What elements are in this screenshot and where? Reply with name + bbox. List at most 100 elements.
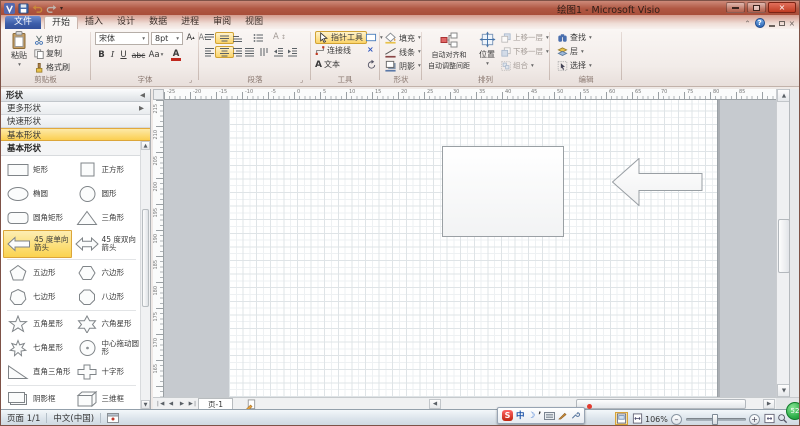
text-tool-button[interactable]: A 文本 [315, 59, 340, 70]
stencil-shape-shadowed-box[interactable]: 阴影框 [3, 387, 72, 411]
status-language[interactable]: 中文(中国) [53, 412, 94, 424]
stencil-shape-hexagon[interactable]: 六边形 [72, 261, 141, 285]
scroll-down-icon[interactable]: ▼ [141, 400, 150, 409]
help-icon[interactable]: ? [754, 18, 765, 28]
rectangle-tool-button[interactable]: ▾ [365, 32, 383, 43]
font-color-button[interactable]: A [168, 49, 184, 61]
macro-record-icon[interactable] [107, 412, 120, 423]
position-button[interactable]: 位置 ▾ [475, 31, 499, 67]
collapse-panel-icon[interactable]: ◀ [140, 91, 145, 99]
doc-restore-icon[interactable] [778, 20, 785, 26]
stencil-shape-rounded-rectangle[interactable]: 圆角矩形 [3, 206, 72, 230]
save-icon[interactable] [18, 2, 29, 14]
stencil-shape-45-single-arrow[interactable]: 45 度单向箭头 [3, 230, 72, 258]
font-size-combo[interactable]: 8pt ▾ [151, 32, 183, 45]
stencil-shape-triangle[interactable]: 三角形 [72, 206, 141, 230]
doc-minimize-icon[interactable] [768, 24, 775, 27]
stencil-scroll-thumb[interactable] [142, 209, 149, 307]
stencil-shape-right-triangle[interactable]: 直角三角形 [3, 360, 72, 384]
more-shapes-item[interactable]: 更多形状 ▶ [1, 102, 150, 115]
stencil-shape-3d-box[interactable]: 三维框 [72, 387, 141, 411]
first-page-button[interactable]: ❘◀ [155, 399, 165, 409]
grow-font-button[interactable]: A ▴ [185, 32, 196, 44]
input-method-language-bar[interactable]: S 中 ☽ ’ [497, 407, 586, 424]
tab-review[interactable]: 审阅 [206, 16, 238, 29]
close-button[interactable]: × [768, 2, 796, 13]
stencil-shape-heptagon[interactable]: 七边形 [3, 285, 72, 309]
rotate-tool-button[interactable] [366, 59, 377, 70]
tab-insert[interactable]: 插入 [78, 16, 110, 29]
align-left-button[interactable] [204, 47, 215, 57]
format-painter-button[interactable]: 格式刷 [34, 62, 70, 73]
shadow-button[interactable]: 阴影 ▾ [384, 60, 421, 72]
prev-page-button[interactable]: ◀ [166, 399, 176, 409]
stencil-shape-cross[interactable]: 十字形 [72, 360, 141, 384]
line-button[interactable]: 线条 ▾ [384, 46, 421, 58]
italic-button[interactable]: I [107, 49, 118, 61]
stencil-shape-center-drag-circle[interactable]: 中心拖动圆形 [72, 336, 141, 360]
fit-page-to-window-icon[interactable] [764, 413, 775, 424]
last-page-button[interactable]: ▶❘ [188, 399, 198, 409]
next-page-button[interactable]: ▶ [177, 399, 187, 409]
connector-tool-button[interactable]: 连接线 [315, 45, 351, 56]
align-bottom-button[interactable] [232, 33, 243, 43]
visio-logo-icon[interactable] [4, 2, 15, 14]
connection-point-tool-button[interactable]: × [367, 45, 374, 54]
tab-data[interactable]: 数据 [142, 16, 174, 29]
stencil-scrollbar[interactable]: ▲ ▼ [140, 141, 150, 409]
font-name-combo[interactable]: 宋体 ▾ [95, 32, 149, 45]
stencil-shape-octagon[interactable]: 八边形 [72, 285, 141, 309]
copy-button[interactable]: 复制 [34, 48, 62, 59]
punctuation-icon[interactable]: ’ [538, 411, 541, 421]
half-full-moon-icon[interactable]: ☽ [528, 411, 536, 421]
stencil-shape-circle[interactable]: 圆形 [72, 182, 141, 206]
chinese-mode-icon[interactable]: 中 [516, 411, 525, 421]
zoom-slider-thumb[interactable] [712, 414, 718, 425]
fill-button[interactable]: 填充 ▾ [384, 32, 421, 44]
paste-button[interactable]: 粘贴 ▾ [6, 31, 32, 68]
zoom-out-button[interactable]: – [671, 414, 682, 425]
quick-shapes-item[interactable]: 快速形状 [1, 115, 150, 128]
drawing-page[interactable] [229, 100, 718, 397]
align-right-button[interactable] [232, 47, 243, 57]
auto-align-space-button[interactable]: 自动对齐和 自动调整间距 [425, 31, 473, 71]
restore-button[interactable] [747, 2, 766, 13]
undo-icon[interactable] [32, 3, 43, 14]
stencil-shape-star5[interactable]: 五角星形 [3, 312, 72, 336]
canvas-rectangle-shape[interactable] [442, 146, 564, 237]
bold-button[interactable]: B [96, 49, 107, 61]
increase-indent-button[interactable] [287, 47, 298, 57]
stencil-shape-rectangle[interactable]: 矩形 [3, 158, 72, 182]
find-button[interactable]: 查找 ▾ [557, 32, 592, 43]
stencil-shape-pentagon[interactable]: 五边形 [3, 261, 72, 285]
select-button[interactable]: 选择 ▾ [557, 60, 592, 71]
layers-button[interactable]: 层 ▾ [557, 46, 584, 57]
soft-keyboard-icon[interactable] [544, 411, 556, 420]
whole-page-view-icon[interactable] [615, 412, 628, 425]
justify-button[interactable] [244, 47, 255, 57]
tab-process[interactable]: 进程 [174, 16, 206, 29]
underline-button[interactable]: U [118, 49, 129, 61]
decrease-indent-button[interactable] [273, 47, 284, 57]
zoom-in-button[interactable]: + [749, 414, 760, 425]
basic-shapes-item[interactable]: 基本形状 [1, 128, 150, 141]
stencil-shape-45-double-arrow[interactable]: 45 度双向箭头 [72, 230, 141, 258]
tab-home[interactable]: 开始 [44, 16, 79, 29]
doc-close-icon[interactable]: × [789, 19, 795, 28]
h-scroll-thumb[interactable] [576, 399, 746, 409]
tab-design[interactable]: 设计 [110, 16, 142, 29]
text-direction-button[interactable] [258, 47, 269, 57]
tab-view[interactable]: 视图 [238, 16, 270, 29]
zoom-level[interactable]: 106% [645, 415, 668, 424]
screen-recorder-badge[interactable]: 52 [786, 402, 799, 420]
page-width-view-icon[interactable] [632, 413, 643, 424]
minimize-button[interactable] [726, 2, 745, 13]
status-page-indicator[interactable]: 页面 1/1 [7, 412, 40, 424]
change-case-button[interactable]: Aa ▾ [148, 49, 164, 61]
toolbox-wrench-icon[interactable] [570, 411, 581, 420]
handwriting-icon[interactable] [558, 411, 567, 420]
stencil-shape-square[interactable]: 正方形 [72, 158, 141, 182]
scroll-up-icon[interactable]: ▲ [141, 141, 150, 150]
minimize-ribbon-icon[interactable]: ⌃ [744, 19, 750, 28]
stencil-shape-ellipse[interactable]: 椭圆 [3, 182, 72, 206]
